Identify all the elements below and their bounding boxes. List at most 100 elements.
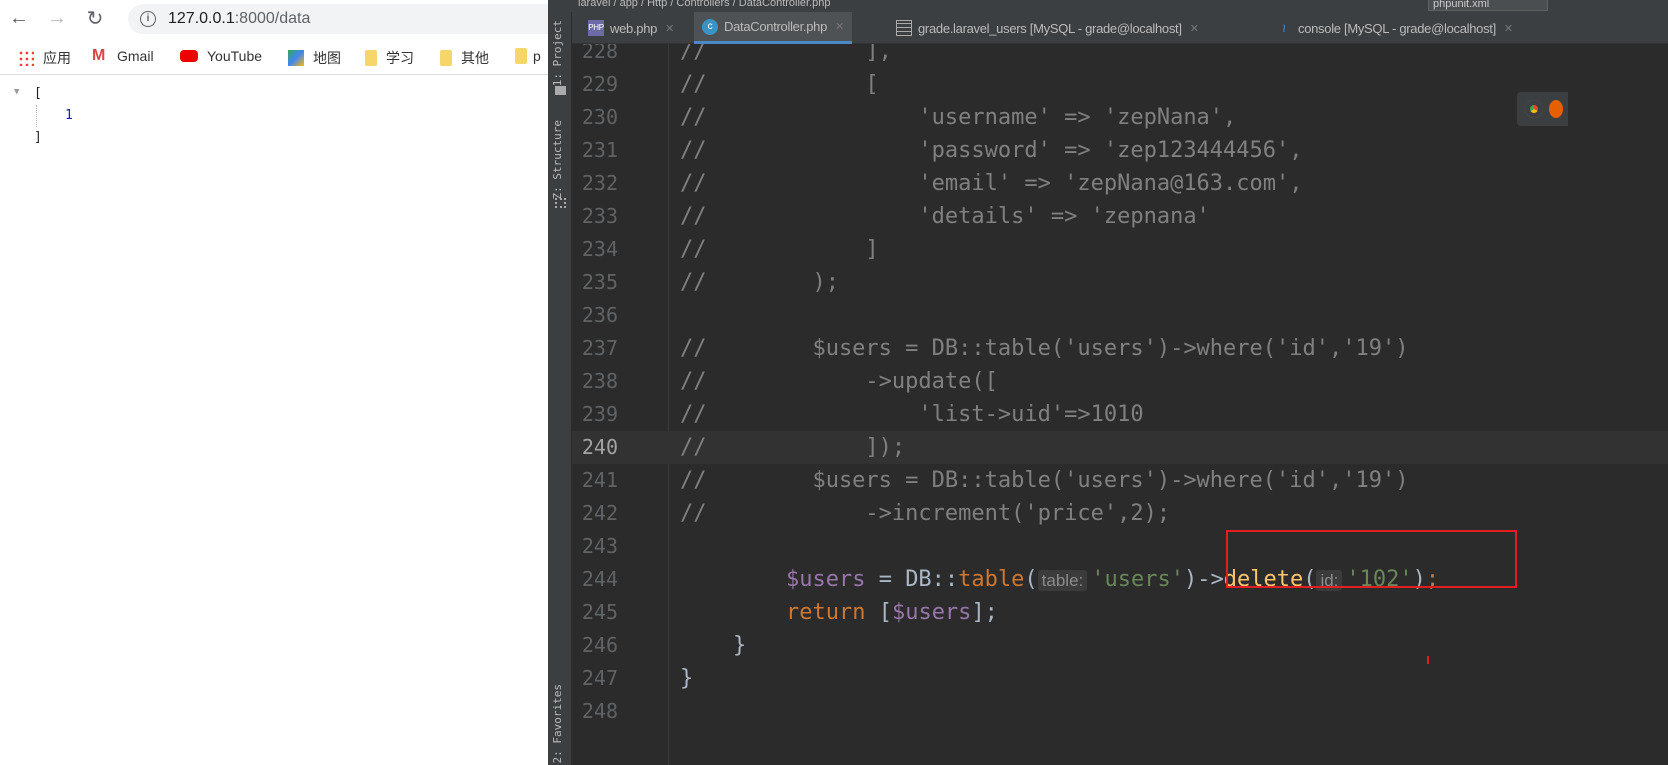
editor-tabs: PHP web.php ✕ c DataController.php ✕ grade.l… <box>572 12 1668 44</box>
code-text: // 'username' => 'zepNana', <box>680 105 1237 130</box>
code-line[interactable]: 235 // ); <box>572 266 1668 299</box>
code-token: ( <box>1024 567 1038 592</box>
line-number: 235 <box>581 270 618 294</box>
tab-label: console [MySQL - grade@localhost] <box>1298 20 1496 36</box>
bookmark-youtube[interactable]: YouTube <box>180 48 262 64</box>
collapse-triangle-icon[interactable]: ▼ <box>14 87 19 97</box>
code-text: // 'list->uid'=>1010 <box>680 402 1144 427</box>
code-line[interactable]: 246 } <box>572 629 1668 662</box>
close-icon[interactable]: ✕ <box>665 22 674 35</box>
code-line[interactable]: 240 // ]); <box>572 431 1668 464</box>
line-number: 234 <box>581 237 618 261</box>
code-text: // $users = DB::table('users')->where('i… <box>680 468 1409 493</box>
code-text: } <box>680 666 694 691</box>
code-token: ]; <box>971 600 998 625</box>
json-viewer: ▼ [ 1 ] <box>0 75 548 149</box>
code-token: table <box>958 567 1025 592</box>
code-line[interactable]: 236 <box>572 299 1668 332</box>
back-button[interactable]: ← <box>0 7 38 30</box>
url-host: 127.0.0.1 <box>168 9 235 27</box>
maps-icon <box>288 50 304 66</box>
apps-icon <box>18 50 34 66</box>
line-number: 229 <box>581 72 618 96</box>
line-number: 230 <box>581 105 618 129</box>
close-icon[interactable]: ✕ <box>835 20 844 33</box>
code-line[interactable]: 233 // 'details' => 'zepnana' <box>572 200 1668 233</box>
code-line[interactable]: 228 // ], <box>572 44 1668 68</box>
info-icon[interactable]: i <box>140 10 156 27</box>
close-icon[interactable]: ✕ <box>1190 22 1199 35</box>
code-token: )-> <box>1183 567 1224 592</box>
tab-console[interactable]: ≀ console [MySQL - grade@localhost] ✕ <box>1268 12 1521 44</box>
tab-grade-laravel-users[interactable]: grade.laravel_users [MySQL - grade@local… <box>888 12 1207 44</box>
firefox-icon[interactable] <box>1549 100 1563 118</box>
project-tool-button[interactable]: 1: Project <box>551 20 564 86</box>
bookmark-folder-study[interactable]: 学习 <box>365 48 414 68</box>
code-token: $users <box>891 600 972 625</box>
code-text: // ->increment('price',2); <box>680 501 1171 526</box>
json-close-bracket: ] <box>34 130 42 145</box>
code-line[interactable]: 234 // ] <box>572 233 1668 266</box>
php-file-icon: PHP <box>588 20 604 36</box>
code-token: = DB:: <box>865 567 959 592</box>
code-line[interactable]: 238 // ->update([ <box>572 365 1668 398</box>
json-open-bracket: [ <box>34 86 42 101</box>
bookmark-label: 其他 <box>461 50 489 66</box>
code-line[interactable]: 242 // ->increment('price',2); <box>572 497 1668 530</box>
table-icon <box>896 20 912 36</box>
structure-tool-button[interactable]: Z: Structure <box>551 120 564 199</box>
mysql-console-icon: ≀ <box>1281 21 1287 35</box>
parameter-hint: table: <box>1037 570 1088 591</box>
youtube-icon <box>180 50 198 62</box>
bookmark-gmail[interactable]: M Gmail <box>92 48 154 65</box>
run-config-selector[interactable]: phpunit.xml <box>1428 0 1548 11</box>
favorites-tool-button[interactable]: 2: Favorites <box>551 684 564 763</box>
line-number: 240 <box>581 435 618 459</box>
code-text: // ], <box>680 44 892 64</box>
line-number: 246 <box>581 633 618 657</box>
breadcrumb[interactable]: laravel / app / Http / Controllers / Dat… <box>578 0 831 9</box>
address-bar[interactable]: i 127.0.0.1:8000/data <box>128 3 548 34</box>
code-text: // 'details' => 'zepnana' <box>680 204 1210 229</box>
browser-window: ← → ↻ i 127.0.0.1:8000/data 应用 M Gmail Yo… <box>0 0 548 765</box>
tab-web-php[interactable]: PHP web.php ✕ <box>580 12 682 44</box>
forward-button[interactable]: → <box>38 7 76 30</box>
code-line[interactable]: 245 return [$users]; <box>572 596 1668 629</box>
code-text: // ]); <box>680 435 906 460</box>
reload-button[interactable]: ↻ <box>76 6 114 31</box>
tab-datacontroller-php[interactable]: c DataController.php ✕ <box>694 12 852 44</box>
code-line[interactable]: 248 <box>572 695 1668 728</box>
code-text: // ] <box>680 237 879 262</box>
bookmarks-bar: 应用 M Gmail YouTube 地图 学习 其他 p <box>0 37 548 75</box>
tab-label: DataController.php <box>724 19 827 34</box>
code-text: // $users = DB::table('users')->where('i… <box>680 336 1409 361</box>
code-line[interactable]: 239 // 'list->uid'=>1010 <box>572 398 1668 431</box>
bookmark-apps[interactable]: 应用 <box>18 48 71 68</box>
line-number: 243 <box>581 534 618 558</box>
bookmark-folder-other[interactable]: 其他 <box>440 48 489 68</box>
bookmark-folder-p[interactable]: p <box>515 48 541 64</box>
bookmark-label: Gmail <box>117 48 154 64</box>
tab-label: grade.laravel_users [MySQL - grade@local… <box>918 20 1182 36</box>
bookmark-label: 学习 <box>386 50 414 66</box>
bookmark-maps[interactable]: 地图 <box>288 48 341 68</box>
code-token: return <box>785 600 866 625</box>
close-icon[interactable]: ✕ <box>1504 22 1513 35</box>
code-line[interactable]: 247} <box>572 662 1668 695</box>
browser-toolbar: ← → ↻ i 127.0.0.1:8000/data <box>0 0 548 37</box>
code-editor[interactable]: 228 // ], 229 // [ 230 // 'username' => 'zepN… <box>572 44 1668 765</box>
code-line[interactable]: 241 // $users = DB::table('users')->where… <box>572 464 1668 497</box>
code-line[interactable]: 237 // $users = DB::table('users')->where… <box>572 332 1668 365</box>
code-text: } <box>680 633 747 658</box>
breadcrumb-bar: laravel / app / Http / Controllers / Dat… <box>548 0 1668 12</box>
code-line[interactable]: 232 // 'email' => 'zepNana@163.com', <box>572 167 1668 200</box>
highlight-box <box>1226 530 1517 588</box>
code-line[interactable]: 229 // [ <box>572 68 1668 101</box>
code-line[interactable]: 230 // 'username' => 'zepNana', <box>572 101 1668 134</box>
bookmark-label: p <box>533 48 541 64</box>
code-line[interactable]: 231 // 'password' => 'zep123444456', <box>572 134 1668 167</box>
folder-icon <box>440 50 452 66</box>
tab-label: web.php <box>610 20 658 36</box>
chrome-icon[interactable] <box>1525 100 1543 118</box>
